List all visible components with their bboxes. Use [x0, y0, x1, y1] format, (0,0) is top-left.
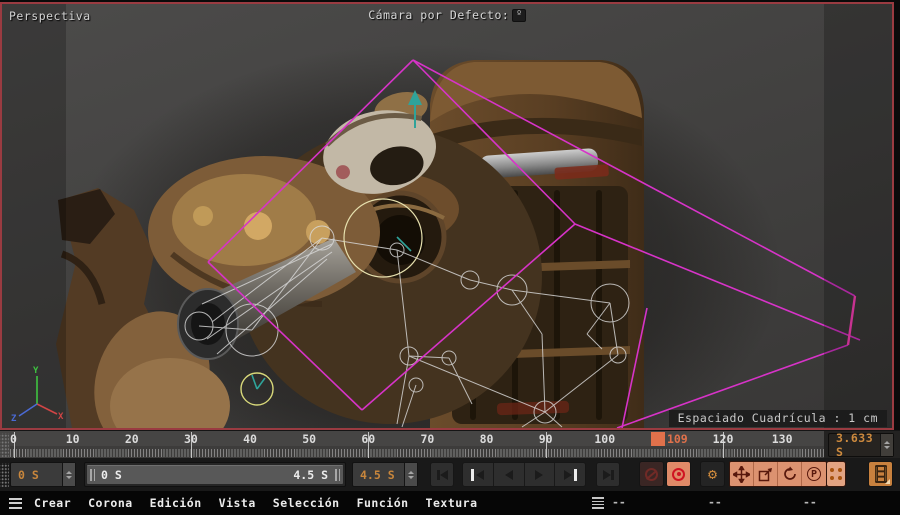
axis-y-label: Y	[33, 366, 39, 376]
ruler-tick-label: 80	[479, 432, 494, 446]
spinner-down-icon[interactable]	[884, 446, 890, 449]
ruler-tick-label: 50	[302, 432, 317, 446]
range-start-spinner[interactable]	[62, 463, 75, 486]
current-time-field[interactable]: 3.633 S	[828, 431, 894, 459]
viewport-canvas[interactable]	[2, 4, 892, 428]
range-handle-left[interactable]	[89, 469, 96, 481]
ruler-tick-label: 100	[594, 432, 616, 446]
range-start-field[interactable]: 0 S	[10, 462, 76, 487]
current-frame-label: 109	[666, 432, 688, 446]
application-window: Perspectiva Cámara por Defecto: º Espaci…	[0, 0, 900, 515]
camera-title[interactable]: Cámara por Defecto: º	[2, 8, 892, 22]
menu-hamburger-icon[interactable]	[9, 497, 22, 509]
spinner-down-icon[interactable]	[66, 475, 72, 479]
range-track-start-label: 0 S	[101, 468, 122, 482]
scale-box-icon	[758, 467, 772, 481]
viewport-perspective[interactable]: Perspectiva Cámara por Defecto: º Espaci…	[0, 2, 894, 430]
range-track-end-label: 4.5 S	[293, 468, 328, 482]
status-value: --	[803, 495, 817, 509]
world-axis-gizmo: Y X Z	[11, 366, 64, 422]
record-position-button[interactable]	[730, 462, 754, 486]
spinner-up-icon[interactable]	[66, 470, 72, 474]
status-value: --	[708, 495, 722, 509]
prev-key-icon	[471, 468, 475, 481]
ruler-grip-handle[interactable]	[0, 433, 9, 457]
ruler-tick-label: 40	[243, 432, 257, 446]
spinner-up-icon[interactable]	[884, 441, 890, 444]
current-time-value: 3.633 S	[836, 431, 874, 459]
render-options-button[interactable]	[868, 461, 893, 487]
next-key-icon	[563, 469, 572, 480]
gear-icon: ⚙	[707, 465, 718, 483]
spinner-up-icon[interactable]	[408, 470, 414, 474]
animation-menubar: Crear Corona Edición Vista Selección Función T…	[0, 491, 900, 515]
range-start-value: 0 S	[18, 467, 39, 482]
record-pla-button[interactable]	[826, 461, 846, 487]
axis-x-label: X	[58, 412, 64, 422]
range-handle-right[interactable]	[334, 469, 341, 481]
play-backward-icon	[504, 469, 513, 480]
menu-item-list: Crear Corona Edición Vista Selección Función T…	[34, 496, 478, 510]
camera-badge-icon: º	[512, 8, 526, 22]
keying-settings-button[interactable]: ⚙	[700, 461, 725, 487]
record-keyframe-icon	[672, 467, 685, 481]
grid-spacing-status: Espaciado Cuadrícula : 1 cm	[668, 410, 887, 427]
record-keyframe-button[interactable]	[666, 461, 691, 487]
range-end-value: 4.5 S	[360, 467, 395, 482]
ruler-tick-label: 70	[420, 432, 435, 446]
status-value: --	[612, 495, 626, 509]
goto-start-button[interactable]	[430, 462, 454, 487]
record-rotation-button[interactable]	[778, 462, 802, 486]
time-spinner[interactable]	[880, 434, 893, 456]
goto-end-icon	[602, 469, 611, 480]
play-forward-icon	[535, 469, 544, 480]
record-channel-group: P	[729, 461, 827, 487]
ruler-tick-label: 0	[10, 432, 17, 446]
current-frame-marker[interactable]	[650, 432, 665, 446]
record-scale-button[interactable]	[754, 462, 778, 486]
menu-item-selección[interactable]: Selección	[273, 496, 340, 510]
menu-item-crear[interactable]: Crear	[34, 496, 71, 510]
statusbar-menu-icon[interactable]	[592, 497, 604, 509]
pla-dots-icon	[830, 468, 842, 480]
ruler-tick-label: 60	[361, 432, 376, 446]
move-arrows-icon	[733, 465, 750, 483]
ruler-tick-label: 130	[771, 432, 793, 446]
rotate-arrows-icon	[783, 466, 796, 480]
range-end-field[interactable]: 4.5 S	[352, 462, 418, 487]
menu-item-corona[interactable]: Corona	[88, 496, 133, 510]
axis-z-label: Z	[11, 414, 17, 422]
transport-grip-handle[interactable]	[0, 463, 9, 487]
record-muted-icon	[645, 467, 658, 481]
record-parameter-button[interactable]: P	[802, 462, 826, 486]
spinner-down-icon[interactable]	[408, 475, 414, 479]
record-muted-button[interactable]	[639, 461, 664, 487]
range-track[interactable]: 0 S 4.5 S	[87, 465, 343, 484]
range-end-spinner[interactable]	[404, 463, 417, 486]
camera-title-label: Cámara por Defecto:	[368, 8, 510, 22]
playback-button-group	[462, 462, 586, 487]
ruler-tick-label: 10	[65, 432, 80, 446]
flyout-corner-icon	[885, 479, 890, 484]
timeline-ruler-row: 0 10 20 30 40 50 60 70 80 90 100 120 130 109 3.633 S	[0, 430, 900, 459]
timeline-range-slider[interactable]: 0 S 4.5 S	[84, 462, 346, 487]
next-key-button[interactable]	[555, 463, 585, 486]
ruler-tick-label: 120	[712, 432, 734, 446]
timeline-ruler[interactable]: 0 10 20 30 40 50 60 70 80 90 100 120 130 109	[10, 431, 824, 459]
goto-end-button[interactable]	[596, 462, 620, 487]
menu-item-edición[interactable]: Edición	[150, 496, 202, 510]
ruler-tick-label: 20	[124, 432, 139, 446]
parameter-icon: P	[807, 467, 821, 481]
menu-item-textura[interactable]: Textura	[426, 496, 478, 510]
ruler-tick-label: 30	[183, 432, 198, 446]
ruler-minor-ticks	[10, 449, 824, 457]
transport-row: 0 S 0 S 4.5 S 4.5 S ⚙ P	[0, 458, 900, 491]
play-backward-button[interactable]	[494, 463, 525, 486]
prev-key-button[interactable]	[463, 463, 494, 486]
play-forward-button[interactable]	[525, 463, 556, 486]
ruler-tick-label: 90	[538, 432, 553, 446]
menu-item-función[interactable]: Función	[357, 496, 409, 510]
menu-item-vista[interactable]: Vista	[219, 496, 256, 510]
